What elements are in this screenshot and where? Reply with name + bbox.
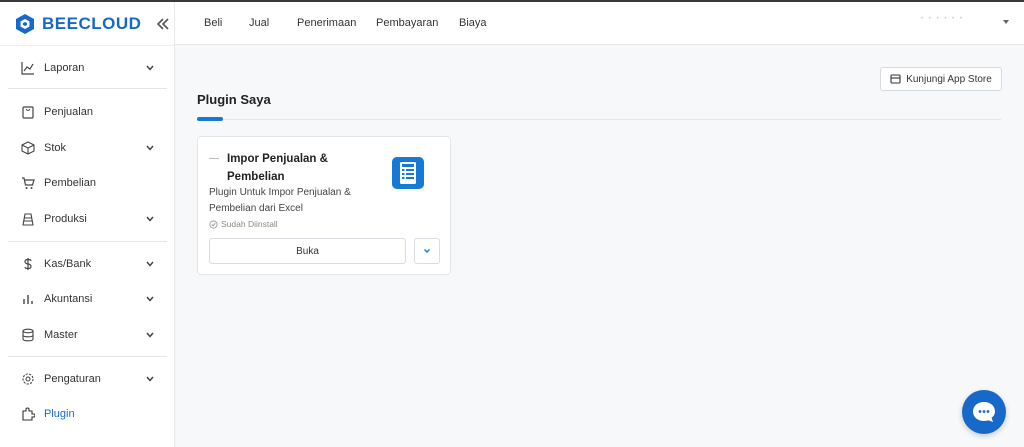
box-icon: [21, 141, 35, 155]
beecloud-logo-icon: [16, 13, 34, 34]
brand-header: BEECLOUD: [0, 2, 174, 46]
sidebar-divider: [8, 241, 167, 242]
title-accent-bar: [197, 117, 223, 121]
chat-support-button[interactable]: [962, 390, 1006, 434]
sidebar-item-produksi[interactable]: Produksi: [0, 204, 175, 234]
plugin-status: Sudah Diinstall: [209, 219, 278, 229]
sidebar-item-laporan[interactable]: Laporan: [0, 53, 175, 83]
tab-biaya[interactable]: Biaya: [459, 17, 487, 29]
database-icon: [22, 328, 34, 342]
sidebar: BEECLOUD Laporan Penjualan Stok Pembelia…: [0, 2, 175, 447]
gear-icon: [22, 373, 34, 385]
visit-app-store-label: Kunjungi App Store: [906, 73, 992, 85]
dollar-icon: [24, 258, 32, 270]
plugin-card: Impor Penjualan & Pembelian Plugin Untuk…: [197, 136, 451, 275]
tab-jual[interactable]: Jual: [249, 17, 269, 29]
sidebar-item-akuntansi[interactable]: Akuntansi: [0, 284, 175, 314]
check-circle-icon: [209, 219, 218, 229]
chevron-down-icon: [146, 332, 154, 338]
open-plugin-button[interactable]: Buka: [209, 238, 406, 264]
chevron-down-icon: [146, 145, 154, 151]
cart-icon: [22, 177, 35, 189]
sales-document-icon: [392, 157, 424, 189]
plugin-description: Plugin Untuk Impor Penjualan & Pembelian…: [209, 187, 351, 214]
plugin-icon: [22, 407, 35, 421]
sidebar-item-label: Pembelian: [44, 177, 96, 189]
sidebar-item-label: Master: [44, 329, 78, 341]
sidebar-item-master[interactable]: Master: [0, 320, 175, 350]
main-content: Kunjungi App Store Plugin Saya Impor Pen…: [176, 46, 1024, 447]
chat-bubble-icon: [973, 402, 995, 422]
chevron-down-icon: [146, 65, 154, 71]
page-title: Plugin Saya: [197, 92, 271, 107]
top-nav: Beli Jual Penerimaan Pembayaran Biaya • …: [175, 2, 1024, 45]
chevron-down-icon: [146, 261, 154, 267]
sidebar-item-label: Penjualan: [44, 106, 93, 118]
sidebar-item-label: Kas/Bank: [44, 258, 92, 270]
tab-beli[interactable]: Beli: [204, 17, 222, 29]
sidebar-item-kas-bank[interactable]: Kas/Bank: [0, 249, 175, 279]
chevron-down-icon: [146, 376, 154, 382]
chevron-down-icon: [146, 216, 154, 222]
plugin-status-label: Sudah Diinstall: [221, 219, 278, 229]
brand-name: BEECLOUD: [42, 13, 142, 33]
sidebar-item-label: Plugin: [44, 408, 75, 420]
chart-line-icon: [21, 62, 34, 75]
sidebar-item-penjualan[interactable]: Penjualan: [0, 97, 175, 127]
plugin-options-button[interactable]: [414, 238, 440, 264]
chevron-down-icon: [424, 249, 430, 253]
chevron-down-icon: [146, 296, 154, 302]
title-divider: [197, 119, 1001, 120]
tab-pembayaran[interactable]: Pembayaran: [376, 17, 438, 29]
sidebar-item-label: Pengaturan: [44, 373, 101, 385]
bar-chart-icon: [23, 295, 33, 304]
visit-app-store-button[interactable]: Kunjungi App Store: [880, 67, 1002, 91]
tab-penerimaan[interactable]: Penerimaan: [297, 17, 356, 29]
card-dash: [209, 158, 219, 159]
sidebar-item-label: Akuntansi: [44, 293, 93, 305]
sidebar-item-plugin[interactable]: Plugin: [0, 399, 175, 429]
sidebar-item-pengaturan[interactable]: Pengaturan: [0, 364, 175, 394]
user-menu-placeholder: • • • • • •: [921, 16, 964, 22]
store-icon: [890, 74, 901, 84]
bag-icon: [22, 106, 34, 119]
sidebar-item-stok[interactable]: Stok: [0, 133, 175, 163]
sidebar-divider: [8, 88, 167, 89]
sidebar-item-pembelian[interactable]: Pembelian: [0, 168, 175, 198]
factory-icon: [22, 213, 34, 226]
sidebar-item-label: Produksi: [44, 213, 87, 225]
user-menu-caret-icon[interactable]: [1002, 19, 1010, 25]
sidebar-item-label: Laporan: [44, 62, 85, 74]
plugin-title: Impor Penjualan & Pembelian: [227, 153, 328, 183]
sidebar-item-label: Stok: [44, 142, 67, 154]
collapse-sidebar-icon[interactable]: [155, 16, 171, 32]
sidebar-divider: [8, 356, 167, 357]
